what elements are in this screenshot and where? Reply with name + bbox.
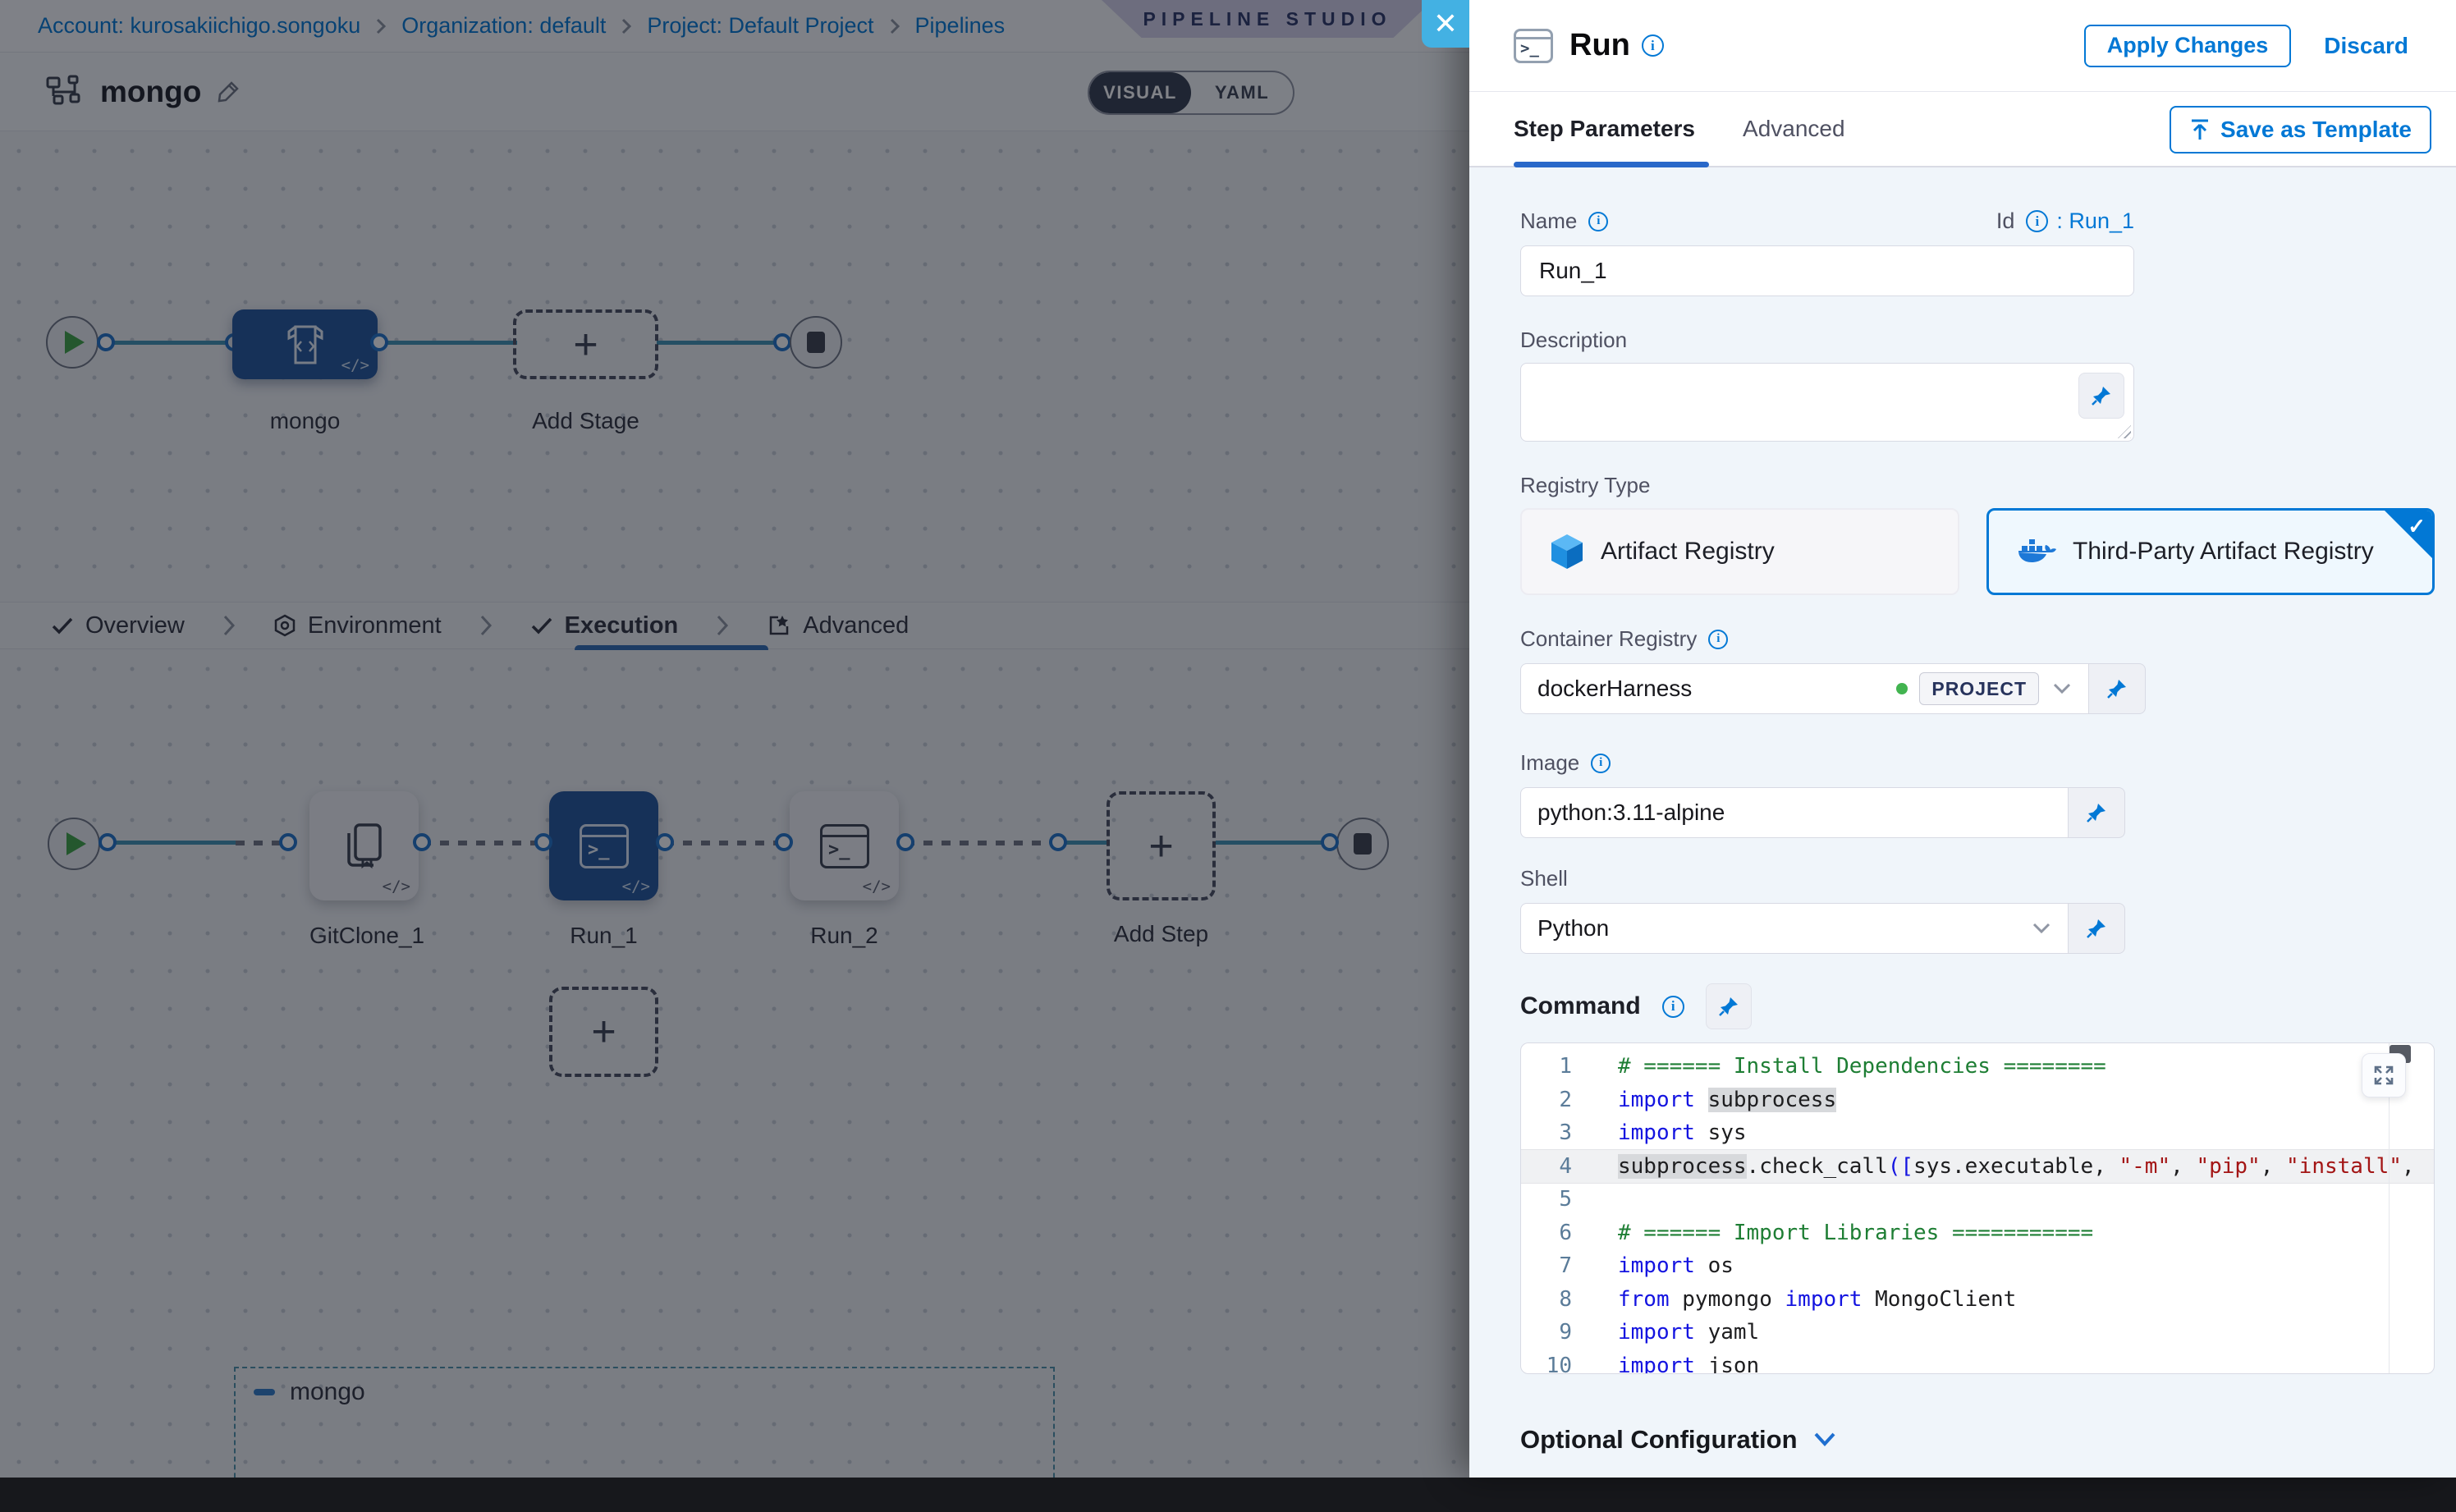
pipeline-studio-background: Account: kurosakiichigo.songoku Organiza… (0, 0, 1469, 1478)
line-number: 1 (1521, 1050, 1572, 1084)
line-number: 2 (1521, 1084, 1572, 1117)
fullscreen-icon (2372, 1064, 2395, 1087)
image-pin-button[interactable] (2068, 787, 2125, 838)
tab-step-parameters[interactable]: Step Parameters (1514, 116, 1695, 142)
save-as-template-button[interactable]: Save as Template (2170, 106, 2431, 153)
info-icon[interactable] (1662, 996, 1684, 1018)
info-icon[interactable] (1591, 754, 1611, 773)
chevron-down-icon[interactable] (2032, 922, 2051, 935)
artifact-registry-icon (1550, 533, 1584, 570)
apply-changes-button[interactable]: Apply Changes (2084, 25, 2292, 67)
registry-type-label: Registry Type (1520, 473, 2435, 498)
shell-pin-button[interactable] (2068, 903, 2125, 954)
chevron-down-icon[interactable] (2052, 682, 2072, 695)
drawer-title: Run (1569, 28, 1630, 63)
code-line: 9import yaml (1521, 1316, 2434, 1349)
image-input[interactable]: python:3.11-alpine (1520, 787, 2068, 838)
code-line: 7import os (1521, 1249, 2434, 1283)
line-number: 6 (1521, 1216, 1572, 1250)
container-registry-group: dockerHarness PROJECT (1520, 663, 2435, 714)
command-code-editor[interactable]: 1# ====== Install Dependencies ========2… (1520, 1042, 2435, 1374)
pin-icon (2106, 678, 2128, 699)
step-parameters-form: Name Id : Run_1 Run_1 Description Regist… (1469, 167, 2456, 1478)
name-label: Name (1520, 208, 1608, 234)
code-line: 3import sys (1521, 1116, 2434, 1150)
container-registry-label: Container Registry (1520, 626, 2435, 652)
code-line: 6# ====== Import Libraries =========== (1521, 1216, 2434, 1250)
code-line: 5 (1521, 1183, 2434, 1216)
line-number: 4 (1521, 1150, 1572, 1184)
discard-button[interactable]: Discard (2324, 33, 2408, 59)
description-field-wrap (1520, 363, 2134, 442)
step-config-drawer: ✕ >_ Run Apply Changes Discard Step Para… (1469, 0, 2456, 1478)
line-number: 9 (1521, 1316, 1572, 1349)
description-label: Description (1520, 328, 2435, 353)
command-label: Command (1520, 992, 1684, 1020)
shell-label: Shell (1520, 866, 2435, 891)
tab-advanced-drawer[interactable]: Advanced (1743, 116, 1845, 142)
line-number: 7 (1521, 1249, 1572, 1283)
connector-status-dot (1896, 683, 1908, 694)
line-number: 10 (1521, 1349, 1572, 1375)
registry-type-cards: Artifact Registry Third-Party Artifact R… (1520, 508, 2435, 595)
info-icon[interactable] (1642, 34, 1664, 57)
line-number: 3 (1521, 1116, 1572, 1150)
close-drawer-button[interactable]: ✕ (1422, 0, 1469, 48)
code-line: 8from pymongo import MongoClient (1521, 1283, 2434, 1317)
code-lines: 1# ====== Install Dependencies ========2… (1521, 1050, 2434, 1367)
image-group: python:3.11-alpine (1520, 787, 2435, 838)
docker-whale-icon (2017, 536, 2056, 567)
expand-editor-button[interactable] (2362, 1053, 2406, 1097)
third-party-registry-card[interactable]: Third-Party Artifact Registry ✓ (1986, 508, 2435, 595)
description-pin-button[interactable] (2078, 373, 2124, 419)
step-id: Id : Run_1 (1996, 208, 2134, 234)
info-icon[interactable] (1708, 630, 1728, 649)
container-registry-input[interactable]: dockerHarness PROJECT (1520, 663, 2088, 714)
artifact-registry-card[interactable]: Artifact Registry (1520, 508, 1959, 595)
active-tab-underline (1514, 162, 1709, 167)
pin-icon (2086, 802, 2107, 823)
image-label: Image (1520, 750, 2435, 776)
code-line: 2import subprocess (1521, 1084, 2434, 1117)
command-row: Command (1520, 983, 2435, 1029)
modal-dim-overlay (0, 0, 1469, 1478)
pin-icon (2086, 918, 2107, 939)
line-number: 5 (1521, 1183, 1572, 1216)
check-icon: ✓ (2408, 514, 2426, 539)
run-step-icon: >_ (1514, 29, 1553, 63)
info-icon[interactable] (2026, 210, 2048, 232)
shell-group: Python (1520, 903, 2435, 954)
name-row: Name Id : Run_1 (1520, 208, 2134, 234)
line-number: 8 (1521, 1283, 1572, 1317)
pin-icon (1718, 996, 1739, 1017)
pin-icon (2091, 385, 2112, 406)
shell-select[interactable]: Python (1520, 903, 2068, 954)
container-registry-pin-button[interactable] (2088, 663, 2146, 714)
code-line: 4subprocess.check_call([sys.executable, … (1521, 1150, 2434, 1184)
command-pin-button[interactable] (1706, 983, 1752, 1029)
chevron-down-icon (1812, 1432, 1837, 1448)
code-line: 1# ====== Install Dependencies ======== (1521, 1050, 2434, 1084)
code-line: 10import json (1521, 1349, 2434, 1375)
close-icon: ✕ (1433, 7, 1458, 41)
info-icon[interactable] (1588, 212, 1608, 231)
upload-icon (2189, 118, 2211, 141)
scope-badge: PROJECT (1919, 672, 2039, 705)
description-textarea[interactable] (1520, 363, 2134, 442)
optional-configuration-toggle[interactable]: Optional Configuration (1520, 1425, 2435, 1455)
drawer-tab-bar: Step Parameters Advanced Save as Templat… (1469, 92, 2456, 167)
step-id-value: : Run_1 (2056, 208, 2134, 234)
name-input[interactable]: Run_1 (1520, 245, 2134, 296)
drawer-header: >_ Run Apply Changes Discard (1469, 0, 2456, 92)
